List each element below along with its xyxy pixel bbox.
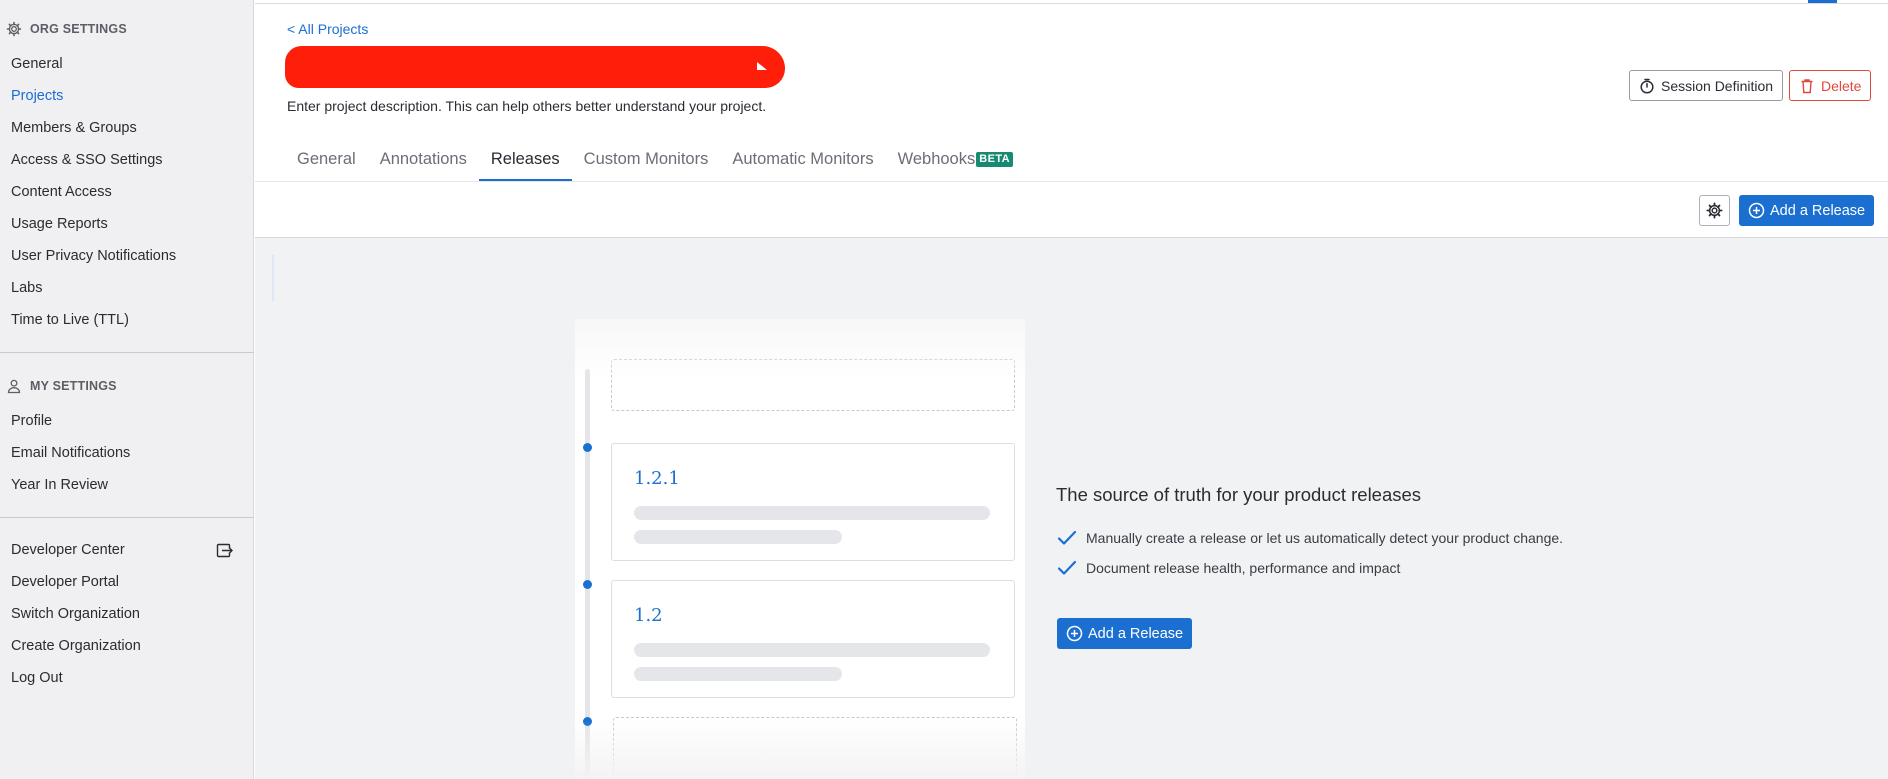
- sidebar-divider: [0, 352, 254, 353]
- tab-webhooks-label: Webhooks: [897, 150, 976, 168]
- sidebar-item-year-in-review[interactable]: Year In Review: [0, 469, 254, 501]
- releases-content: 1.2.1 1.2 The source of truth for your p…: [255, 237, 1888, 779]
- sidebar-item-email-notifications[interactable]: Email Notifications: [0, 437, 254, 469]
- checkmark-icon: [1057, 560, 1077, 575]
- delete-label: Delete: [1821, 77, 1862, 94]
- fade-overlay: [575, 720, 1025, 779]
- sidebar-item-labs[interactable]: Labs: [0, 272, 254, 304]
- tab-custom-monitors[interactable]: Custom Monitors: [572, 146, 721, 182]
- add-release-button[interactable]: Add a Release: [1739, 195, 1875, 226]
- plus-circle-icon: [1066, 625, 1083, 642]
- main-panel: < All Projects Enter project description…: [255, 0, 1888, 779]
- add-release-label: Add a Release: [1088, 625, 1184, 642]
- add-release-label: Add a Release: [1770, 202, 1866, 219]
- tab-annotations[interactable]: Annotations: [368, 146, 479, 182]
- tab-webhooks[interactable]: Webhooks BETA: [886, 146, 1025, 182]
- timeline-dot: [583, 580, 592, 589]
- skeleton-bar: [634, 667, 842, 681]
- sidebar-item-projects[interactable]: Projects: [0, 80, 254, 112]
- tab-automatic-monitors[interactable]: Automatic Monitors: [720, 146, 885, 182]
- top-border: [255, 3, 1888, 4]
- stopwatch-icon: [1640, 78, 1654, 94]
- sidebar-item-content-access[interactable]: Content Access: [0, 176, 254, 208]
- release-version: 1.2.1: [634, 468, 680, 489]
- settings-sidebar: ORG SETTINGS General Projects Members & …: [0, 0, 254, 779]
- sidebar-item-profile[interactable]: Profile: [0, 405, 254, 437]
- gear-icon: [1706, 202, 1723, 219]
- scroll-indicator: [272, 255, 274, 301]
- sidebar-divider: [0, 517, 254, 518]
- redacted-project-title: [285, 46, 785, 88]
- trash-icon: [1801, 78, 1813, 93]
- developer-center-label: Developer Center: [11, 542, 125, 558]
- session-definition-button[interactable]: Session Definition: [1629, 70, 1784, 101]
- delete-button[interactable]: Delete: [1789, 70, 1872, 101]
- org-settings-label: ORG SETTINGS: [30, 22, 127, 36]
- release-settings-button[interactable]: [1699, 195, 1730, 226]
- org-settings-header: ORG SETTINGS: [0, 19, 127, 39]
- sidebar-item-log-out[interactable]: Log Out: [0, 662, 254, 694]
- empty-state-bullet: Manually create a release or let us auto…: [1056, 529, 1563, 547]
- sidebar-item-developer-center[interactable]: Developer Center: [0, 534, 254, 566]
- all-projects-link[interactable]: < All Projects: [287, 21, 368, 37]
- my-settings-header: MY SETTINGS: [0, 376, 117, 396]
- tab-releases[interactable]: Releases: [478, 146, 572, 182]
- release-card: 1.2: [611, 580, 1015, 698]
- top-accent-indicator: [1808, 0, 1837, 3]
- sidebar-item-usage-reports[interactable]: Usage Reports: [0, 208, 254, 240]
- tabs-divider: [255, 181, 1888, 182]
- skeleton-bar: [634, 506, 990, 520]
- user-icon: [7, 379, 21, 394]
- release-card: 1.2.1: [611, 443, 1015, 561]
- plus-circle-icon: [1748, 202, 1765, 219]
- checkmark-icon: [1057, 530, 1077, 545]
- skeleton-bar: [634, 530, 842, 544]
- release-version: 1.2: [634, 605, 663, 626]
- project-tabs: General Annotations Releases Custom Moni…: [285, 146, 1025, 182]
- gear-icon: [6, 21, 22, 37]
- sidebar-item-members-groups[interactable]: Members & Groups: [0, 112, 254, 144]
- project-description[interactable]: Enter project description. This can help…: [287, 98, 766, 114]
- sidebar-item-developer-portal[interactable]: Developer Portal: [0, 566, 254, 598]
- releases-illustration: 1.2.1 1.2: [575, 319, 1025, 779]
- timeline-dot: [583, 443, 592, 452]
- sidebar-item-switch-organization[interactable]: Switch Organization: [0, 598, 254, 630]
- beta-badge: BETA: [976, 152, 1013, 167]
- bullet-text: Manually create a release or let us auto…: [1086, 530, 1564, 546]
- sidebar-item-ttl[interactable]: Time to Live (TTL): [0, 304, 254, 336]
- external-link-icon: [216, 543, 233, 558]
- session-definition-label: Session Definition: [1661, 77, 1774, 94]
- sidebar-item-user-privacy[interactable]: User Privacy Notifications: [0, 240, 254, 272]
- fade-overlay: [575, 319, 1025, 379]
- empty-state-bullet: Document release health, performance and…: [1056, 559, 1400, 577]
- sidebar-item-general[interactable]: General: [0, 48, 254, 80]
- bullet-text: Document release health, performance and…: [1086, 560, 1401, 576]
- sidebar-item-access-sso[interactable]: Access & SSO Settings: [0, 144, 254, 176]
- sidebar-item-create-organization[interactable]: Create Organization: [0, 630, 254, 662]
- empty-state-add-release-button[interactable]: Add a Release: [1057, 618, 1193, 649]
- empty-state-title: The source of truth for your product rel…: [1056, 484, 1422, 505]
- my-settings-label: MY SETTINGS: [30, 379, 117, 393]
- tab-general[interactable]: General: [285, 146, 368, 182]
- skeleton-bar: [634, 643, 990, 657]
